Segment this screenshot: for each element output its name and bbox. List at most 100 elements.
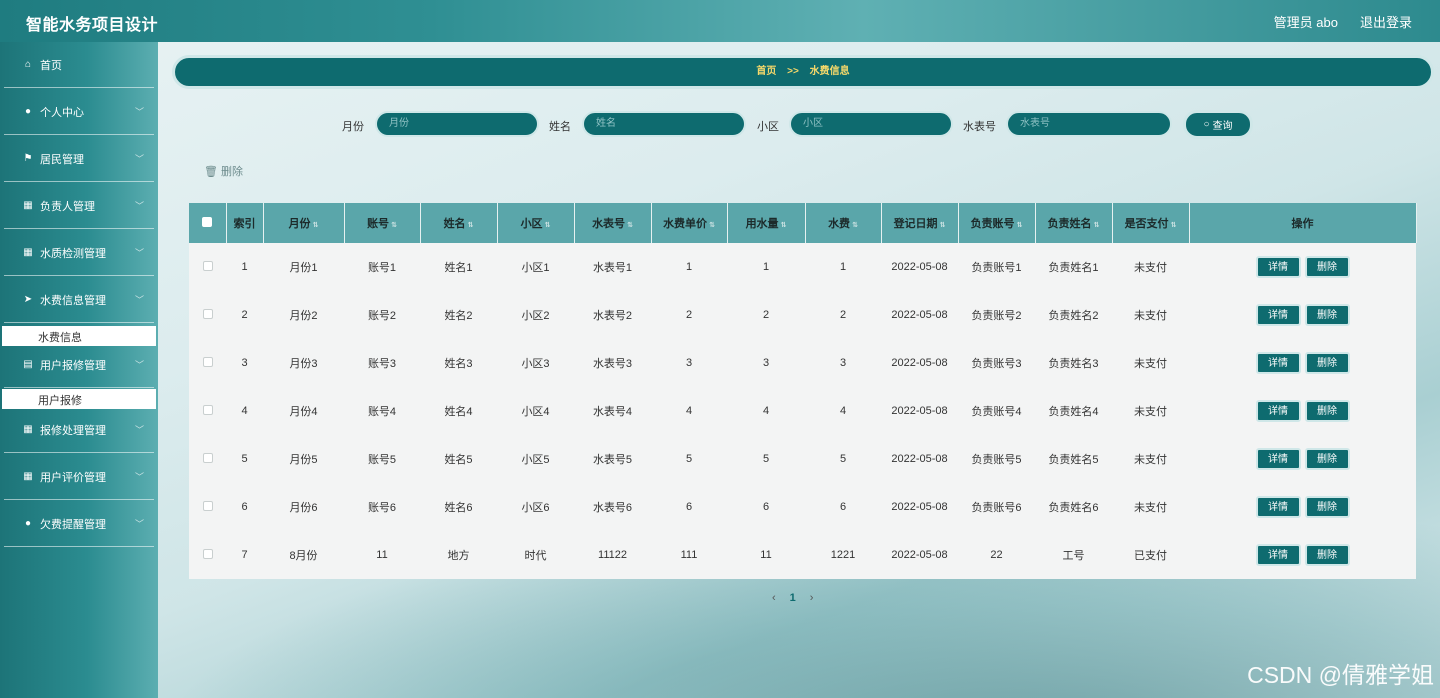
detail-button[interactable]: 详情 <box>1255 256 1301 278</box>
table-cell: 4 <box>241 405 248 417</box>
month-input[interactable]: 月份 <box>375 111 539 137</box>
district-label: 小区 <box>757 121 779 133</box>
column-header[interactable]: 月份 ⇅ <box>263 203 345 243</box>
batch-delete-button[interactable]: 🗑 删除 <box>204 163 243 179</box>
table-cell: 账号6 <box>367 502 397 514</box>
sidebar-item-label: 水费信息管理 <box>40 294 106 307</box>
delete-button[interactable]: 删除 <box>1304 544 1350 566</box>
detail-button[interactable]: 详情 <box>1255 496 1301 518</box>
table-cell: 111 <box>680 549 698 561</box>
delete-button[interactable]: 删除 <box>1304 304 1350 326</box>
meter-label: 水表号 <box>963 121 996 133</box>
column-header[interactable]: 登记日期 ⇅ <box>881 203 959 243</box>
sidebar-item-water-quality[interactable]: ▦ 水质检测管理 ﹀ <box>4 230 154 276</box>
table-row: 6 月份6 账号6 姓名6 小区6 水表号6 6 6 6 2022-05-08 负责账号6 负责姓名6… <box>189 483 1416 531</box>
district-input[interactable]: 小区 <box>789 111 953 137</box>
search-button[interactable]: ○ 查询 <box>1183 110 1253 139</box>
row-checkbox[interactable] <box>202 260 213 271</box>
chevron-down-icon: ﹀ <box>134 248 144 258</box>
table-cell: 未支付 <box>1134 406 1167 418</box>
table-cell: 负责姓名3 <box>1048 358 1099 370</box>
prev-page-button[interactable]: ‹ <box>772 592 776 604</box>
actions-cell: 详情 删除 <box>1189 339 1416 387</box>
column-header[interactable]: 水表号 ⇅ <box>574 203 652 243</box>
sidebar-item-home[interactable]: ⌂ 首页 <box>4 42 154 88</box>
row-checkbox[interactable] <box>202 308 213 319</box>
breadcrumb-home[interactable]: 首页 <box>756 66 776 77</box>
table-cell: 3 <box>839 357 847 369</box>
actions-cell: 详情 删除 <box>1189 243 1416 291</box>
current-user[interactable]: 管理员 abo <box>1274 12 1338 31</box>
table-cell: 时代 <box>524 550 547 562</box>
sidebar-item-label: 用户评价管理 <box>40 471 106 484</box>
row-select-cell[interactable] <box>189 531 226 579</box>
sidebar-item-managers[interactable]: ▦ 负责人管理 ﹀ <box>4 183 154 229</box>
logout-link[interactable]: 退出登录 <box>1360 12 1412 31</box>
chevron-down-icon: ﹀ <box>134 154 144 164</box>
detail-button[interactable]: 详情 <box>1255 544 1301 566</box>
column-header[interactable]: 账号 ⇅ <box>344 203 421 243</box>
table-cell: 6 <box>762 501 770 513</box>
row-select-cell[interactable] <box>189 291 226 339</box>
sidebar-subitem-user-repair[interactable]: 用户报修 <box>2 389 156 409</box>
detail-button[interactable]: 详情 <box>1255 400 1301 422</box>
table-cell: 1221 <box>830 549 856 561</box>
sidebar-item-residents[interactable]: ⚑ 居民管理 ﹀ <box>4 136 154 182</box>
table-cell: 小区6 <box>521 502 550 514</box>
table-cell: 账号4 <box>367 406 397 418</box>
chevron-down-icon: ﹀ <box>134 425 144 435</box>
table-cell: 负责姓名4 <box>1048 406 1099 418</box>
delete-button[interactable]: 删除 <box>1304 400 1350 422</box>
sidebar-item-repair-requests[interactable]: ▤ 用户报修管理 ﹀ <box>4 342 154 388</box>
row-select-cell[interactable] <box>189 387 226 435</box>
watermark: CSDN @倩雅学姐 <box>1247 662 1434 688</box>
table-cell: 姓名1 <box>444 262 473 274</box>
column-header[interactable]: 负责账号 ⇅ <box>958 203 1036 243</box>
row-select-cell[interactable] <box>189 483 226 531</box>
chevron-down-icon: ﹀ <box>134 519 144 529</box>
row-checkbox[interactable] <box>202 452 213 463</box>
column-header[interactable]: 水费 ⇅ <box>805 203 882 243</box>
detail-button[interactable]: 详情 <box>1255 448 1301 470</box>
next-page-button[interactable]: › <box>810 592 814 604</box>
row-checkbox[interactable] <box>202 404 213 415</box>
table-cell: 水表号6 <box>592 502 633 514</box>
select-all-checkbox[interactable] <box>202 216 213 227</box>
table-cell: 2 <box>241 309 248 321</box>
delete-button[interactable]: 删除 <box>1304 496 1350 518</box>
column-header[interactable]: 负责姓名 ⇅ <box>1035 203 1113 243</box>
delete-button[interactable]: 删除 <box>1304 256 1350 278</box>
grid-icon: ▦ <box>23 424 33 435</box>
row-select-cell[interactable] <box>189 435 226 483</box>
table-cell: 小区1 <box>521 262 550 274</box>
column-header[interactable]: 用水量 ⇅ <box>727 203 806 243</box>
row-select-cell[interactable] <box>189 339 226 387</box>
row-checkbox[interactable] <box>202 356 213 367</box>
month-label: 月份 <box>342 121 364 133</box>
name-input[interactable]: 姓名 <box>582 111 746 137</box>
delete-button[interactable]: 删除 <box>1304 448 1350 470</box>
detail-button[interactable]: 详情 <box>1255 352 1301 374</box>
table-row: 5 月份5 账号5 姓名5 小区5 水表号5 5 5 5 2022-05-08 负责账号5 负责姓名5… <box>189 435 1416 483</box>
delete-button[interactable]: 删除 <box>1304 352 1350 374</box>
sidebar-item-user-reviews[interactable]: ▦ 用户评价管理 ﹀ <box>4 454 154 500</box>
row-checkbox[interactable] <box>202 500 213 511</box>
detail-button[interactable]: 详情 <box>1255 304 1301 326</box>
sidebar-item-arrears-reminder[interactable]: ● 欠费提醒管理 ﹀ <box>4 501 154 547</box>
sidebar-item-repair-handling[interactable]: ▦ 报修处理管理 ﹀ <box>4 407 154 453</box>
column-header[interactable]: 水费单价 ⇅ <box>651 203 728 243</box>
column-header[interactable]: 姓名 ⇅ <box>420 203 498 243</box>
clipboard-icon: ▤ <box>23 359 33 370</box>
row-checkbox[interactable] <box>202 548 213 559</box>
select-all-cell[interactable] <box>189 203 227 243</box>
breadcrumb-separator: >> <box>787 66 799 77</box>
meter-input[interactable]: 水表号 <box>1006 111 1172 137</box>
page-number[interactable]: 1 <box>790 592 796 604</box>
column-header[interactable]: 是否支付 ⇅ <box>1112 203 1190 243</box>
sort-icon: ⇅ <box>391 222 397 229</box>
sidebar-item-label: 水质检测管理 <box>40 247 106 260</box>
table-cell: 负责账号6 <box>971 502 1022 514</box>
column-header[interactable]: 小区 ⇅ <box>497 203 575 243</box>
row-select-cell[interactable] <box>189 243 226 291</box>
sidebar-item-water-fee[interactable]: ➤ 水费信息管理 ﹀ <box>4 277 154 323</box>
